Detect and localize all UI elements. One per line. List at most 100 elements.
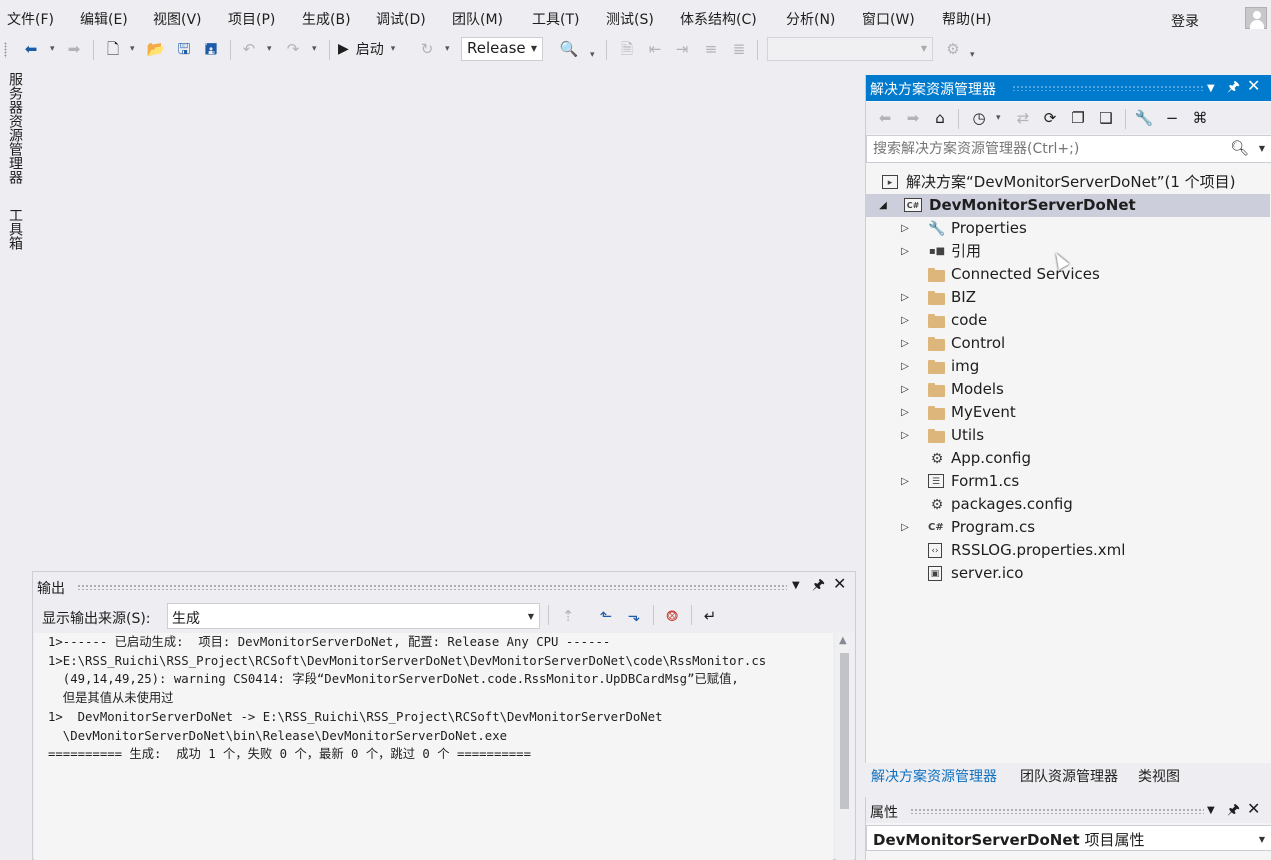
tree-node-item[interactable]: ▷ Control	[866, 332, 1270, 355]
chevron-down-icon[interactable]: ▼	[1259, 144, 1265, 153]
login-link[interactable]: 登录	[1171, 11, 1199, 31]
chevron-down-icon[interactable]: ▼	[1207, 81, 1215, 97]
show-all-files-icon[interactable]: ❑	[1095, 107, 1117, 129]
open-file-icon[interactable]: 📂	[145, 38, 167, 60]
tab-team-explorer[interactable]: 团队资源管理器	[1020, 766, 1118, 786]
back-dropdown-icon[interactable]: ▾	[50, 38, 55, 60]
panel-grip[interactable]	[910, 808, 1204, 814]
pin-icon[interactable]: 🖈	[812, 577, 825, 593]
tree-node-item[interactable]: ▷ ☰ Form1.cs	[866, 470, 1270, 493]
scroll-up-icon[interactable]: ▲	[839, 635, 847, 646]
expand-icon[interactable]: ▷	[899, 240, 911, 263]
tab-class-view[interactable]: 类视图	[1138, 766, 1180, 786]
collapse-icon[interactable]: ◢	[877, 194, 889, 217]
tab-solution-explorer[interactable]: 解决方案资源管理器	[871, 766, 997, 786]
tree-node-item[interactable]: ▷ Models	[866, 378, 1270, 401]
properties-object-selector[interactable]: DevMonitorServerDoNet 项目属性 ▼	[866, 825, 1271, 851]
tree-node-item[interactable]: ⚙ packages.config	[866, 493, 1270, 516]
menu-team[interactable]: 团队(M)	[452, 9, 503, 29]
tree-node-item[interactable]: ▷ ▪■ 引用	[866, 240, 1270, 263]
menu-edit[interactable]: 编辑(E)	[80, 9, 128, 29]
close-icon[interactable]: ✕	[1247, 78, 1260, 94]
start-debugging-button[interactable]: ▶ 启动 ▾	[338, 38, 395, 60]
user-avatar-icon[interactable]	[1245, 7, 1267, 29]
expand-icon[interactable]: ▷	[899, 355, 911, 378]
next-message-icon[interactable]: ⬎	[623, 605, 645, 627]
pin-icon[interactable]: 🖈	[1227, 802, 1240, 818]
expand-icon[interactable]: ▷	[899, 401, 911, 424]
close-icon[interactable]: ✕	[833, 576, 846, 592]
expand-icon[interactable]: ▷	[899, 217, 911, 240]
menu-build[interactable]: 生成(B)	[302, 9, 351, 29]
tree-node-item[interactable]: ▷ Utils	[866, 424, 1270, 447]
previous-message-icon[interactable]: ⬑	[595, 605, 617, 627]
menu-test[interactable]: 测试(S)	[606, 9, 654, 29]
scrollbar-thumb[interactable]	[840, 653, 849, 809]
new-project-icon[interactable]: 🗋	[102, 38, 124, 60]
tree-node-solution[interactable]: ▸ 解决方案“DevMonitorServerDoNet”(1 个项目)	[866, 171, 1270, 194]
expand-icon[interactable]: ▷	[899, 470, 911, 493]
word-wrap-icon[interactable]: ↵	[699, 605, 721, 627]
menu-window[interactable]: 窗口(W)	[862, 9, 915, 29]
expand-icon[interactable]: ▷	[899, 378, 911, 401]
toolbar-grip[interactable]	[4, 42, 7, 58]
menu-view[interactable]: 视图(V)	[153, 9, 202, 29]
menu-analyze[interactable]: 分析(N)	[786, 9, 835, 29]
save-all-icon[interactable]: 🖪	[200, 38, 222, 60]
home-icon[interactable]: ⌂	[929, 107, 951, 129]
chevron-down-icon[interactable]: ▼	[792, 578, 800, 594]
pending-changes-dropdown-icon[interactable]: ▾	[996, 107, 1001, 129]
tree-node-project[interactable]: ◢ C# DevMonitorServerDoNet	[866, 194, 1270, 217]
expand-icon[interactable]: ▷	[899, 424, 911, 447]
class-diagram-icon[interactable]: ⌘	[1189, 107, 1211, 129]
solution-explorer-search[interactable]: 🔍︎ ▼	[866, 135, 1271, 163]
find-in-files-icon[interactable]: 🔍	[558, 38, 580, 60]
search-input[interactable]	[873, 141, 1223, 157]
back-icon[interactable]: ⬅	[20, 38, 42, 60]
menu-architecture[interactable]: 体系结构(C)	[680, 9, 757, 29]
expand-icon[interactable]: ▷	[899, 286, 911, 309]
output-text[interactable]: 1>------ 已启动生成: 项目: DevMonitorServerDoNe…	[34, 633, 833, 860]
close-icon[interactable]: ✕	[1247, 801, 1260, 817]
pin-icon[interactable]: 🖈	[1227, 79, 1240, 95]
tree-node-item[interactable]: ▷ C# Program.cs	[866, 516, 1270, 539]
tree-node-item[interactable]: ▷ img	[866, 355, 1270, 378]
panel-grip[interactable]	[77, 584, 787, 590]
preview-icon[interactable]: −	[1161, 107, 1183, 129]
tree-node-item[interactable]: ‹› RSSLOG.properties.xml	[866, 539, 1270, 562]
tree-node-item[interactable]: ⚙ App.config	[866, 447, 1270, 470]
menu-tools[interactable]: 工具(T)	[532, 9, 579, 29]
output-scrollbar[interactable]: ▲	[836, 633, 854, 860]
output-source-dropdown[interactable]: 生成 ▼	[167, 603, 540, 629]
save-icon[interactable]: 🖫	[173, 38, 195, 60]
tree-node-item[interactable]: ▷ code	[866, 309, 1270, 332]
menu-file[interactable]: 文件(F)	[7, 9, 54, 29]
toolbox-tab[interactable]: 工具箱	[5, 208, 25, 250]
tree-node-item[interactable]: ▷ 🔧 Properties	[866, 217, 1270, 240]
server-explorer-tab[interactable]: 服务器资源管理器	[5, 72, 25, 184]
expand-icon[interactable]: ▷	[899, 309, 911, 332]
chevron-down-icon[interactable]: ▼	[1207, 803, 1215, 819]
panel-grip[interactable]	[1012, 85, 1204, 91]
new-dropdown-icon[interactable]: ▾	[130, 38, 135, 60]
menu-help[interactable]: 帮助(H)	[942, 9, 991, 29]
solution-configuration-dropdown[interactable]: Release ▼	[461, 37, 543, 61]
menu-debug[interactable]: 调试(D)	[376, 9, 426, 29]
tree-node-item[interactable]: ▷ BIZ	[866, 286, 1270, 309]
search-icon[interactable]: 🔍︎	[1230, 139, 1249, 157]
menu-project[interactable]: 项目(P)	[228, 9, 275, 29]
start-dropdown-icon[interactable]: ▾	[391, 44, 396, 54]
pending-changes-icon[interactable]: ◷	[968, 107, 990, 129]
refresh-icon[interactable]: ⟳	[1039, 107, 1061, 129]
tree-node-item[interactable]: ▷ MyEvent	[866, 401, 1270, 424]
toolbar-options-icon[interactable]: ▾	[970, 44, 975, 66]
find-dropdown-icon[interactable]: ▾	[590, 44, 595, 66]
clear-all-icon[interactable]: ⨷	[661, 605, 683, 627]
expand-icon[interactable]: ▷	[899, 332, 911, 355]
tree-node-item[interactable]: Connected Services	[866, 263, 1270, 286]
expand-icon[interactable]: ▷	[899, 516, 911, 539]
tree-item-label: Models	[951, 380, 1004, 398]
collapse-all-icon[interactable]: ❐	[1067, 107, 1089, 129]
wrench-icon[interactable]: 🔧	[1133, 107, 1155, 129]
tree-node-item[interactable]: ▣ server.ico	[866, 562, 1270, 585]
